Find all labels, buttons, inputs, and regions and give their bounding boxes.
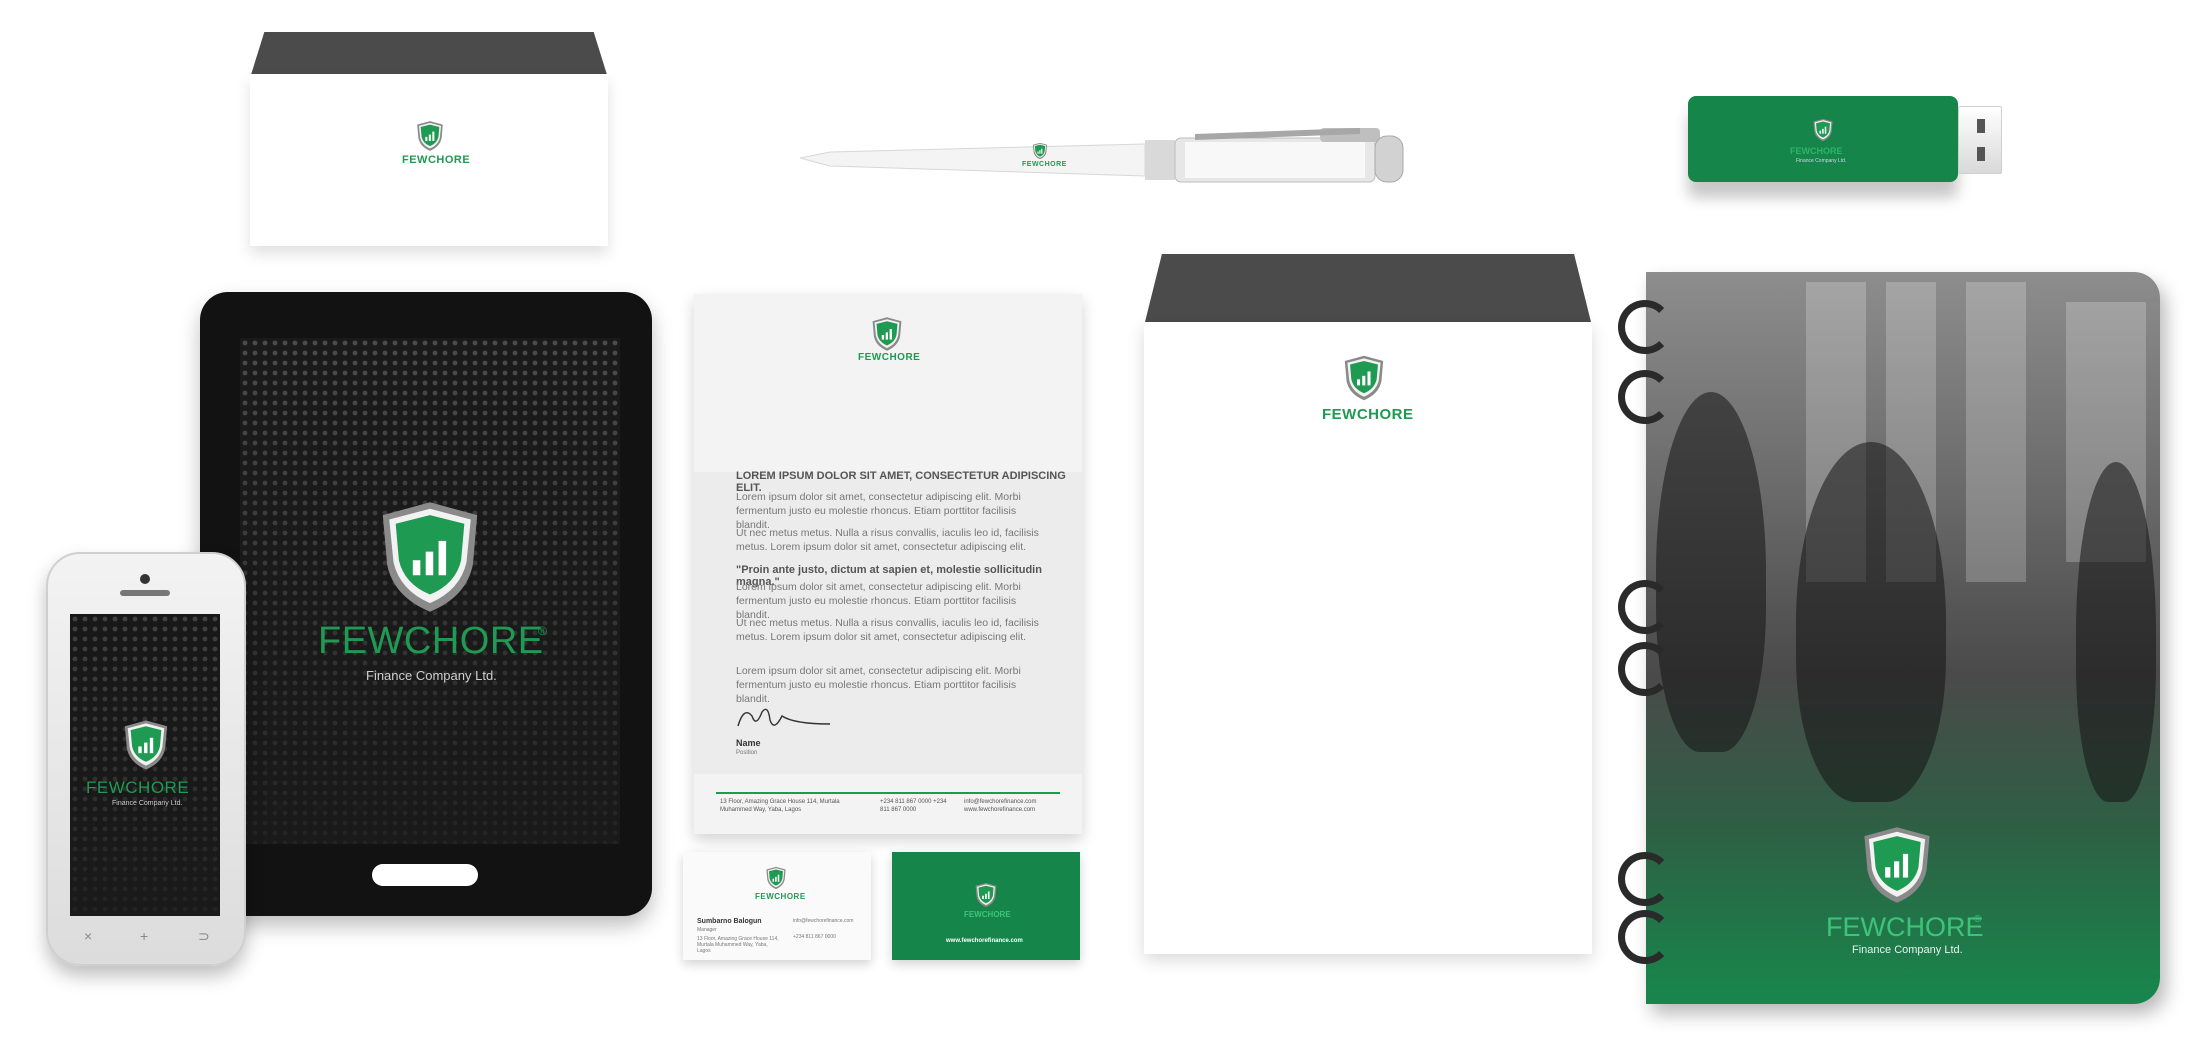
pen-graphic [799, 128, 1404, 183]
letter-paragraph: Ut nec metus metus. Nulla a risus conval… [736, 527, 1039, 553]
shield-logo-icon [122, 718, 170, 772]
registered-mark: ® [1974, 914, 1982, 925]
photo-person [1656, 392, 1766, 752]
binder-ring [1618, 910, 1672, 964]
binder-ring [1618, 852, 1672, 906]
usb-plug [1958, 106, 2002, 174]
footer-phone: +234 811 867 0000 +234 811 867 0000 [880, 799, 947, 813]
envelope-body: FEWCHORE [1144, 322, 1592, 954]
usb-drive: FEWCHORE Finance Company Ltd. [1688, 96, 2018, 206]
signer-name: Name [736, 738, 761, 748]
brand-wordmark: FEWCHORE [1322, 406, 1414, 423]
card-title: Manager [697, 927, 717, 933]
back-key[interactable]: × [84, 928, 92, 944]
envelope-flap [1144, 254, 1592, 326]
photo-person [2076, 462, 2156, 802]
brand-wordmark: FEWCHORE [318, 620, 544, 662]
tablet: FEWCHORE ® Finance Company Ltd. [200, 292, 652, 916]
card-name: Sumbarno Balogun [697, 918, 762, 925]
usb-body: FEWCHORE Finance Company Ltd. [1688, 96, 1958, 182]
home-button[interactable] [372, 864, 478, 886]
footer-web: info@fewchorefinance.com www.fewchorefin… [964, 799, 1037, 813]
footer-address: 13 Floor, Amazing Grace House 114, Murta… [720, 799, 840, 813]
shield-logo-icon [870, 316, 904, 352]
card-website: www.fewchorefinance.com [946, 938, 1023, 944]
brand-wordmark: FEWCHORE [964, 910, 1011, 919]
pen: FEWCHORE [799, 120, 1420, 190]
binder-ring [1618, 642, 1672, 696]
shield-logo-icon [974, 882, 998, 908]
brand-wordmark: FEWCHORE [755, 892, 806, 901]
photo-person [1796, 442, 1946, 802]
business-card-back: FEWCHORE www.fewchorefinance.com [892, 852, 1080, 960]
card-phone: +234 811 867 0000 [793, 934, 836, 940]
binder-ring [1618, 300, 1672, 354]
brand-wordmark: FEWCHORE [858, 352, 921, 363]
speaker-grille [120, 590, 170, 596]
tablet-screen: FEWCHORE ® Finance Company Ltd. [240, 338, 620, 844]
envelope-body: FEWCHORE [250, 74, 608, 246]
shield-logo-icon [415, 120, 445, 152]
signature [737, 708, 831, 727]
camera-icon [140, 574, 150, 584]
brand-tagline: Finance Company Ltd. [366, 668, 497, 683]
letter-paragraph: Ut nec metus metus. Nulla a risus conval… [736, 617, 1039, 643]
shield-logo-icon [765, 866, 787, 890]
small-envelope: FEWCHORE [250, 32, 608, 246]
menu-key[interactable]: ⊃ [198, 928, 210, 945]
card-address: 13 Floor, Amazing Grace House 114, Murta… [697, 936, 779, 954]
brand-wordmark: FEWCHORE [1826, 912, 1984, 942]
binder-ring [1618, 580, 1672, 634]
business-card-front: FEWCHORE Sumbarno Balogun Manager 13 Flo… [683, 852, 871, 960]
shield-logo-icon [1860, 824, 1934, 906]
registered-mark: ® [538, 624, 547, 638]
background-window [1966, 282, 2026, 582]
large-envelope: FEWCHORE [1144, 254, 1592, 954]
card-email: info@fewchorefinance.com [793, 918, 854, 924]
phone-screen: FEWCHORE Finance Company Ltd. [70, 614, 220, 916]
brand-wordmark: FEWCHORE [1022, 161, 1067, 168]
brand-wordmark: FEWCHORE [402, 154, 471, 166]
brand-wordmark: FEWCHORE [1790, 146, 1843, 156]
footer-rule [716, 792, 1060, 794]
brand-tagline: Finance Company Ltd. [1852, 944, 1963, 956]
brand-tagline: Finance Company Ltd. [1796, 158, 1847, 164]
letter-paragraph: Lorem ipsum dolor sit amet, consectetur … [736, 665, 1021, 705]
brand-wordmark: FEWCHORE [86, 778, 190, 797]
smartphone: FEWCHORE Finance Company Ltd. × + ⊃ [46, 552, 246, 966]
binder-ring [1618, 370, 1672, 424]
brand-tagline: Finance Company Ltd. [112, 800, 183, 807]
shield-logo-icon [376, 498, 484, 616]
signer-title: Position [736, 750, 758, 756]
home-key[interactable]: + [140, 928, 148, 944]
letterhead: FEWCHORE LOREM IPSUM DOLOR SIT AMET, CON… [694, 294, 1082, 834]
shield-logo-icon [1812, 118, 1834, 142]
envelope-flap [250, 32, 608, 78]
notebook-cover: FEWCHORE ® Finance Company Ltd. [1646, 272, 2160, 1004]
shield-logo-icon [1032, 142, 1048, 160]
shield-logo-icon [1342, 354, 1386, 402]
